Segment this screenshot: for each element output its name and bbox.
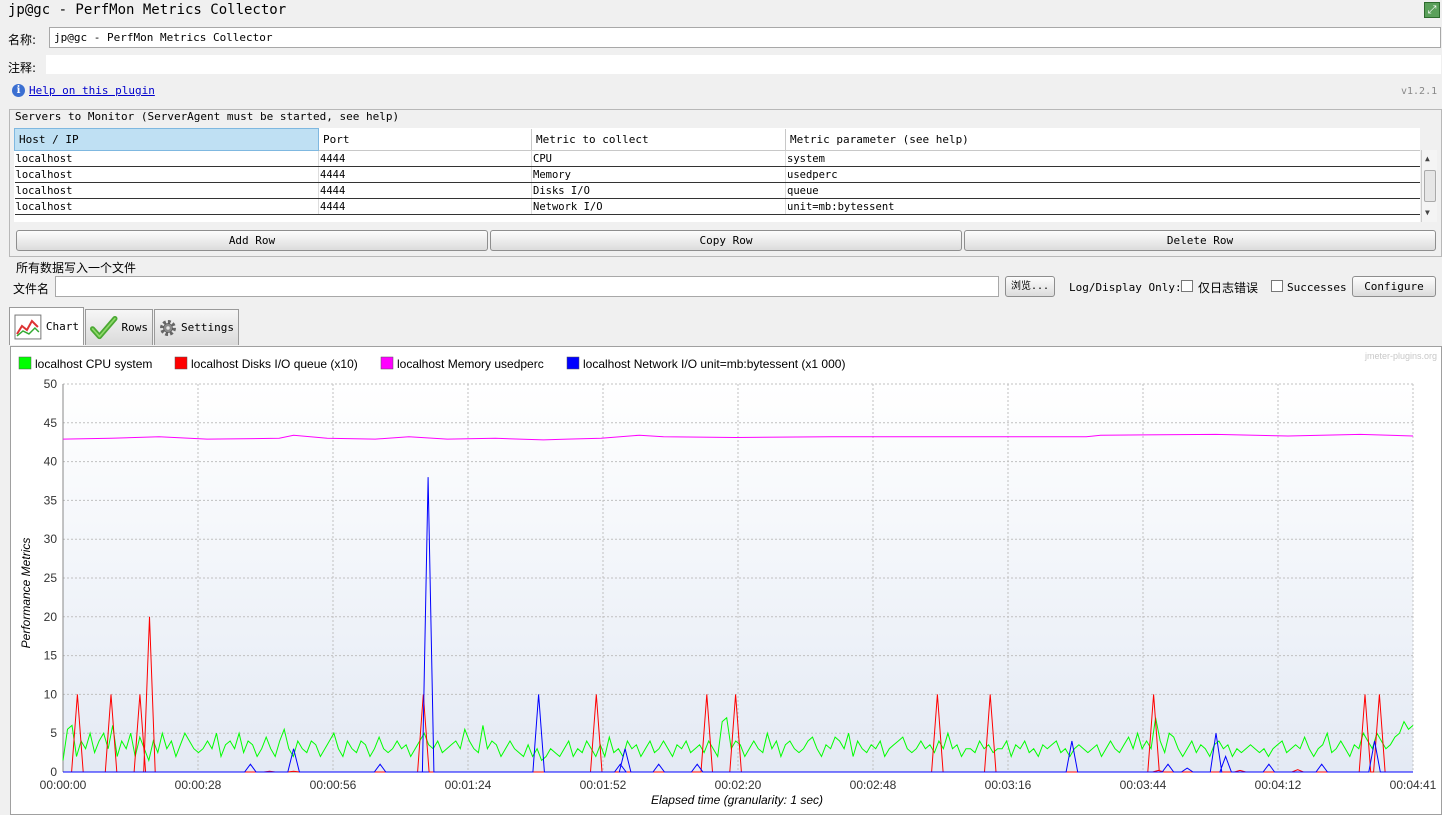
x-tick-label: 00:03:16 bbox=[985, 778, 1032, 792]
window-title: jp@gc - PerfMon Metrics Collector bbox=[8, 2, 287, 18]
x-tick-label: 00:02:20 bbox=[715, 778, 762, 792]
legend-label: localhost CPU system bbox=[35, 357, 152, 371]
table-cell[interactable]: 4444 bbox=[318, 166, 532, 183]
filename-label: 文件名 bbox=[13, 282, 50, 296]
x-tick-label: 00:03:44 bbox=[1120, 778, 1167, 792]
table-cell[interactable]: localhost bbox=[14, 150, 319, 167]
successes-checkbox[interactable] bbox=[1271, 280, 1283, 292]
y-axis-label: Performance Metrics bbox=[19, 538, 33, 649]
y-tick-label: 35 bbox=[44, 493, 58, 507]
comment-input[interactable] bbox=[45, 54, 1442, 75]
y-tick-label: 40 bbox=[44, 455, 58, 469]
x-tick-label: 00:01:24 bbox=[445, 778, 492, 792]
column-header-host[interactable]: Host / IP bbox=[14, 128, 319, 151]
table-cell[interactable]: Network I/O bbox=[531, 198, 786, 215]
add-row-button[interactable]: Add Row bbox=[16, 230, 488, 251]
tab-chart-label: Chart bbox=[45, 320, 79, 333]
x-axis-label: Elapsed time (granularity: 1 sec) bbox=[651, 793, 823, 807]
table-cell[interactable]: 4444 bbox=[318, 182, 532, 199]
table-scrollbar[interactable]: ▲ ▼ bbox=[1421, 150, 1437, 222]
y-tick-label: 25 bbox=[44, 571, 58, 585]
scroll-thumb[interactable] bbox=[1424, 170, 1436, 202]
x-tick-label: 00:01:52 bbox=[580, 778, 627, 792]
scroll-up-icon[interactable]: ▲ bbox=[1425, 154, 1430, 163]
performance-chart: 0 5 10 15 20 25 30 35 40 45 50 00:00:00 00:00:28 00:0… bbox=[18, 351, 1437, 807]
column-header-parameter[interactable]: Metric parameter (see help) bbox=[785, 128, 1420, 151]
name-label: 名称: bbox=[8, 33, 37, 47]
tab-settings[interactable]: Settings bbox=[154, 309, 239, 345]
table-cell[interactable]: localhost bbox=[14, 166, 319, 183]
name-input[interactable]: jp@gc - PerfMon Metrics Collector bbox=[49, 27, 1441, 48]
y-tick-label: 15 bbox=[44, 649, 58, 663]
errors-only-checkbox[interactable] bbox=[1181, 280, 1193, 292]
version-label: v1.2.1 bbox=[1401, 86, 1438, 97]
copy-row-button[interactable]: Copy Row bbox=[490, 230, 962, 251]
chart-watermark: jmeter-plugins.org bbox=[1364, 351, 1437, 361]
chart-icon bbox=[14, 314, 42, 339]
legend-label: localhost Disks I/O queue (x10) bbox=[191, 357, 358, 371]
x-tick-label: 00:00:56 bbox=[310, 778, 357, 792]
table-row[interactable]: localhost 4444 Memory usedperc bbox=[14, 166, 1420, 183]
legend-swatch bbox=[174, 356, 188, 370]
y-tick-label: 10 bbox=[44, 687, 58, 701]
legend-swatch bbox=[566, 356, 580, 370]
y-tick-label: 30 bbox=[44, 532, 58, 546]
delete-row-button[interactable]: Delete Row bbox=[964, 230, 1436, 251]
x-tick-label: 00:04:41 bbox=[1390, 778, 1437, 792]
table-row[interactable]: localhost 4444 Network I/O unit=mb:bytes… bbox=[14, 198, 1420, 215]
table-cell[interactable]: localhost bbox=[14, 198, 319, 215]
browse-button[interactable]: 浏览... bbox=[1005, 276, 1055, 297]
table-cell[interactable]: system bbox=[785, 150, 1420, 167]
info-icon: i bbox=[12, 84, 25, 97]
table-row[interactable]: localhost 4444 CPU system bbox=[14, 150, 1420, 167]
table-cell[interactable]: unit=mb:bytessent bbox=[785, 198, 1420, 215]
successes-label: Successes bbox=[1287, 281, 1347, 294]
checkmark-icon bbox=[90, 315, 118, 339]
table-cell[interactable]: CPU bbox=[531, 150, 786, 167]
comment-label: 注释: bbox=[8, 61, 37, 75]
servers-table-container: Host / IP Port Metric to collect Metric … bbox=[14, 128, 1420, 222]
table-cell[interactable]: queue bbox=[785, 182, 1420, 199]
table-cell[interactable]: 4444 bbox=[318, 198, 532, 215]
scroll-down-icon[interactable]: ▼ bbox=[1425, 208, 1430, 217]
legend-label: localhost Memory usedperc bbox=[397, 357, 544, 371]
y-tick-label: 0 bbox=[50, 765, 57, 779]
configure-button[interactable]: Configure bbox=[1352, 276, 1436, 297]
chart-panel: 0 5 10 15 20 25 30 35 40 45 50 00:00:00 00:00:28 00:0… bbox=[10, 346, 1442, 815]
tab-rows[interactable]: Rows bbox=[85, 309, 153, 345]
table-cell[interactable]: Memory bbox=[531, 166, 786, 183]
legend-label: localhost Network I/O unit=mb:bytessent … bbox=[583, 357, 845, 371]
tab-chart[interactable]: Chart bbox=[9, 307, 84, 345]
tab-settings-label: Settings bbox=[181, 321, 234, 334]
table-cell[interactable]: localhost bbox=[14, 182, 319, 199]
table-cell[interactable]: usedperc bbox=[785, 166, 1420, 183]
filename-input[interactable] bbox=[55, 276, 999, 297]
table-cell[interactable]: Disks I/O bbox=[531, 182, 786, 199]
y-tick-label: 45 bbox=[44, 416, 58, 430]
y-tick-label: 5 bbox=[50, 726, 57, 740]
x-tick-label: 00:00:00 bbox=[40, 778, 87, 792]
log-display-label: Log/Display Only: bbox=[1069, 281, 1182, 294]
table-row[interactable]: localhost 4444 Disks I/O queue bbox=[14, 182, 1420, 199]
table-cell[interactable]: 4444 bbox=[318, 150, 532, 167]
servers-table: Host / IP Port Metric to collect Metric … bbox=[14, 128, 1420, 215]
tab-rows-label: Rows bbox=[121, 321, 149, 334]
gear-icon bbox=[160, 319, 176, 336]
servers-group-label: Servers to Monitor (ServerAgent must be … bbox=[15, 110, 400, 123]
errors-only-label: 仅日志错误 bbox=[1198, 281, 1259, 295]
x-tick-label: 00:00:28 bbox=[175, 778, 222, 792]
x-tick-label: 00:04:12 bbox=[1255, 778, 1302, 792]
column-header-metric[interactable]: Metric to collect bbox=[531, 128, 786, 151]
x-tick-label: 00:02:48 bbox=[850, 778, 897, 792]
maximize-icon[interactable]: ⤢ bbox=[1424, 2, 1440, 18]
y-tick-label: 50 bbox=[44, 377, 58, 391]
column-header-port[interactable]: Port bbox=[318, 128, 532, 151]
legend-swatch bbox=[18, 356, 32, 370]
legend-swatch bbox=[380, 356, 394, 370]
y-tick-label: 20 bbox=[44, 610, 58, 624]
help-link[interactable]: Help on this plugin bbox=[29, 84, 155, 97]
file-group-label: 所有数据写入一个文件 bbox=[16, 261, 137, 275]
